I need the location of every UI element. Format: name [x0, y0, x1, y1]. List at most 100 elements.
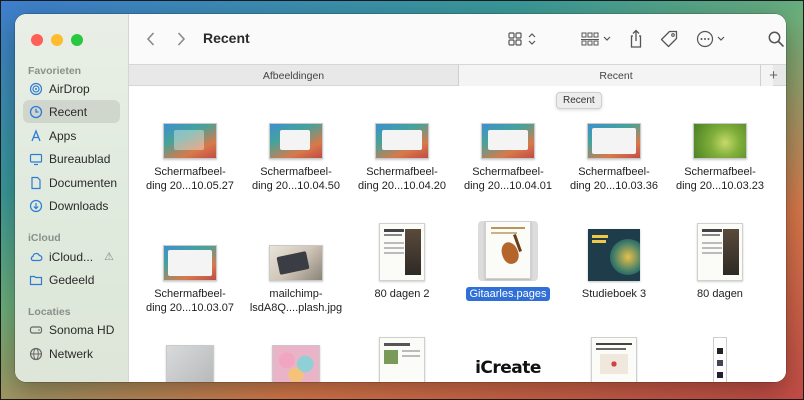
chevron-left-icon [146, 32, 155, 46]
file-thumbnail [349, 111, 455, 159]
cloud-icon [29, 250, 43, 264]
file-name: Schermafbeel-ding 20...10.05.27 [145, 166, 235, 192]
file-name: Schermafbeel-ding 20...10.03.23 [675, 166, 765, 192]
ellipsis-circle-icon [696, 30, 725, 48]
sidebar-item-label: iCloud... [49, 249, 94, 264]
sidebar-item-sonoma-hd[interactable]: Sonoma HD [23, 318, 120, 341]
sidebar-item-label: Downloads [49, 198, 109, 213]
shared-folder-icon [29, 273, 43, 287]
file-item[interactable]: mailchimp-lsdA8Q....plash.jpg [243, 221, 349, 315]
toolbar: Recent [129, 14, 786, 64]
airdrop-icon [29, 82, 43, 96]
file-item[interactable]: iCreate [455, 353, 561, 382]
file-thumbnail [455, 111, 561, 159]
file-item[interactable]: Schermafbeel-ding 20...10.05.27 [137, 111, 243, 193]
file-item[interactable]: Schermafbeel-ding 20...10.03.36 [561, 111, 667, 193]
file-name: Schermafbeel-ding 20...10.03.36 [569, 166, 659, 192]
file-thumbnail [667, 335, 773, 382]
file-name: 80 dagen [697, 288, 743, 300]
forward-button[interactable] [175, 28, 187, 50]
tab-afbeeldingen[interactable]: Afbeeldingen [129, 65, 459, 86]
file-item[interactable]: Schermafbeel-ding 20...10.03.07 [137, 221, 243, 315]
file-item[interactable]: Schermafbeel-ding 20...10.04.50 [243, 111, 349, 193]
file-item[interactable]: 80 dagen [667, 221, 773, 301]
sidebar-item-label: Recent [49, 104, 88, 119]
file-name: Schermafbeel-ding 20...10.03.07 [145, 288, 235, 314]
sidebar-item-gedeeld[interactable]: Gedeeld [23, 268, 120, 291]
file-item[interactable]: Schermafbeel-ding 20...10.03.23 [667, 111, 773, 193]
sidebar-item-documenten[interactable]: Documenten [23, 171, 120, 194]
file-item[interactable]: Schermafbeel-ding 20...10.04.01 [455, 111, 561, 193]
file-item[interactable]: Gitaarles.pages [455, 221, 561, 301]
file-item[interactable] [349, 335, 455, 382]
share-button[interactable] [628, 28, 644, 50]
disk-icon [29, 323, 43, 337]
file-name: Schermafbeel-ding 20...10.04.01 [463, 166, 553, 192]
file-item[interactable] [667, 335, 773, 382]
new-tab-button[interactable]: + [760, 65, 786, 86]
sidebar: Favorieten AirDrop Recent Apps Bureaubla… [15, 14, 129, 382]
network-icon [29, 347, 43, 361]
file-item[interactable] [243, 343, 349, 382]
minimize-window-button[interactable] [51, 34, 63, 46]
group-by-icon [581, 32, 611, 46]
sidebar-item-label: Gedeeld [49, 272, 95, 287]
file-name: Schermafbeel-ding 20...10.04.50 [251, 166, 341, 192]
sidebar-item-apps[interactable]: Apps [23, 124, 120, 147]
tag-button[interactable] [659, 28, 679, 50]
file-name: Schermafbeel-ding 20...10.04.20 [357, 166, 447, 192]
view-mode-button[interactable] [507, 28, 539, 50]
share-icon [630, 29, 642, 48]
file-thumbnail [137, 221, 243, 281]
file-item[interactable] [561, 337, 667, 382]
zoom-window-button[interactable] [71, 34, 83, 46]
search-button[interactable] [767, 28, 785, 50]
file-thumbnail [243, 111, 349, 159]
file-thumbnail: iCreate [455, 353, 561, 382]
tab-recent[interactable]: Recent [459, 65, 773, 86]
back-button[interactable] [145, 28, 157, 50]
finder-window: Favorieten AirDrop Recent Apps Bureaubla… [15, 14, 786, 382]
sidebar-item-airdrop[interactable]: AirDrop [23, 77, 120, 100]
clock-icon [29, 105, 43, 119]
file-item[interactable] [137, 343, 243, 382]
warning-icon: ⚠ [104, 251, 114, 263]
actions-button[interactable] [695, 28, 729, 50]
chevron-right-icon [177, 32, 186, 46]
file-item[interactable]: Schermafbeel-ding 20...10.04.20 [349, 111, 455, 193]
desktop-icon [29, 152, 43, 166]
file-name: Studieboek 3 [581, 288, 647, 300]
file-thumbnail [667, 111, 773, 159]
sidebar-item-netwerk[interactable]: Netwerk [23, 342, 120, 365]
file-item[interactable]: 80 dagen 2 [349, 221, 455, 301]
file-name: Gitaarles.pages [455, 287, 561, 301]
icreate-logo: iCreate [475, 358, 541, 378]
search-icon [768, 31, 784, 47]
sidebar-item-icloud-drive[interactable]: iCloud... ⚠ [23, 245, 120, 268]
icon-view-grid-icon [508, 32, 536, 46]
sidebar-item-label: Apps [49, 128, 77, 143]
file-thumbnail [349, 335, 455, 382]
sidebar-item-recent[interactable]: Recent [23, 100, 120, 123]
file-thumbnail [561, 221, 667, 281]
group-button[interactable] [579, 28, 613, 50]
sidebar-section-locaties: Locaties [28, 306, 71, 318]
file-item[interactable]: Studieboek 3 [561, 221, 667, 301]
apps-icon [29, 128, 43, 143]
file-thumbnail [561, 337, 667, 382]
sidebar-item-bureaublad[interactable]: Bureaublad [23, 147, 120, 170]
sidebar-item-downloads[interactable]: Downloads [23, 194, 120, 217]
tab-tooltip: Recent [556, 92, 602, 109]
file-thumbnail [349, 221, 455, 281]
file-thumbnail [137, 343, 243, 382]
sidebar-item-label: Sonoma HD [49, 322, 115, 337]
window-title: Recent [203, 30, 250, 46]
file-thumbnail [243, 221, 349, 281]
file-thumbnail [561, 111, 667, 159]
file-thumbnail [478, 221, 538, 281]
close-window-button[interactable] [31, 34, 43, 46]
file-thumbnail [243, 343, 349, 382]
sidebar-section-favorieten: Favorieten [28, 65, 82, 77]
file-grid: Schermafbeel-ding 20...10.05.27 Schermaf… [129, 87, 786, 382]
tag-icon [660, 30, 678, 48]
